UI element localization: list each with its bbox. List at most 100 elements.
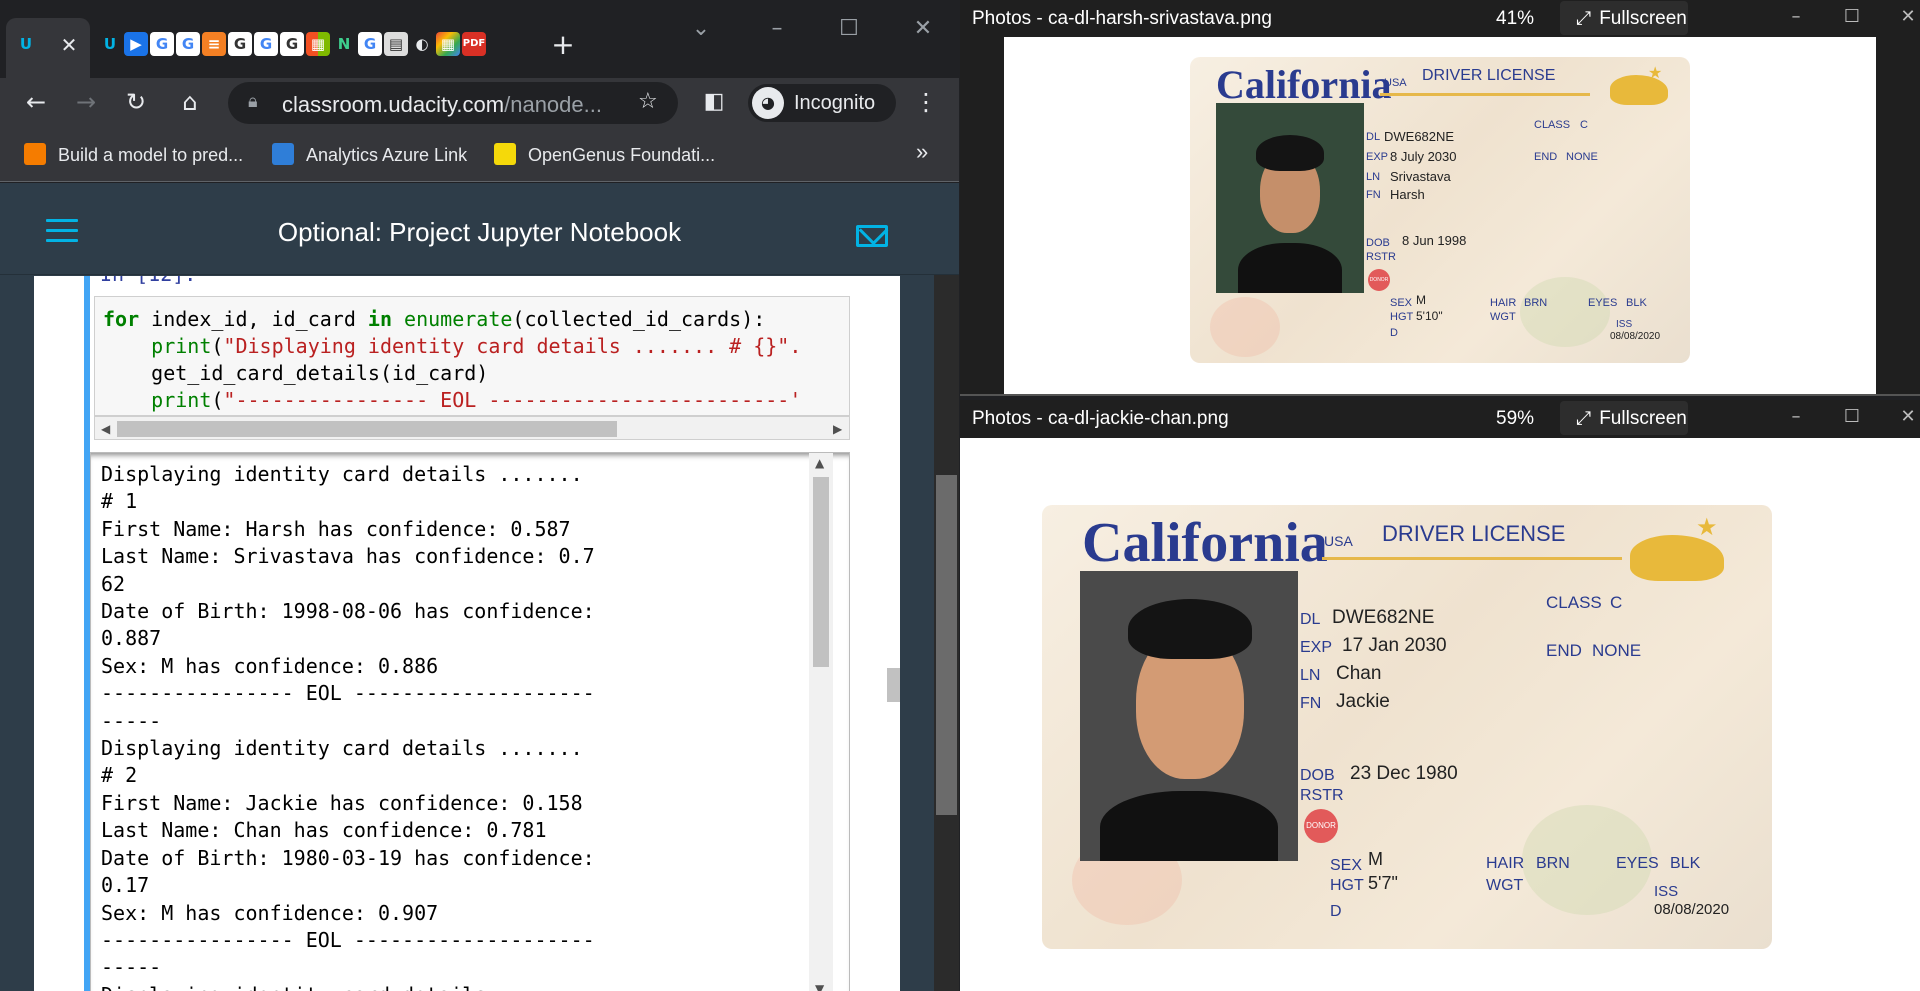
zoom-level[interactable]: 59% [1496, 408, 1534, 430]
url-host: classroom.udacity.com [282, 92, 505, 117]
frame-scrollbar-thumb[interactable] [887, 668, 900, 702]
close-window-icon[interactable]: ✕ [1888, 402, 1920, 432]
udacity-page: Optional: Project Jupyter Notebook In [1… [0, 183, 959, 991]
udacity-tab-icon[interactable]: U [98, 32, 122, 56]
last-name: Srivastava [1390, 169, 1451, 184]
output-text: Displaying identity card details .......… [101, 462, 595, 991]
cell-prompt: In [12]: [100, 276, 196, 286]
bookmark-item[interactable]: Analytics Azure Link [272, 143, 467, 166]
close-window-icon[interactable]: ✕ [1888, 2, 1920, 32]
zoom-level[interactable]: 41% [1496, 8, 1534, 30]
page-tab-icon[interactable]: ▤ [384, 32, 408, 56]
first-name: Jackie [1336, 691, 1390, 712]
github-tab-icon[interactable]: ◐ [410, 32, 434, 56]
field-label: LN [1300, 667, 1321, 684]
fullscreen-button[interactable]: ⤢ Fullscreen [1560, 1, 1688, 35]
udacity-tab-icon[interactable]: U [14, 32, 38, 56]
close-window-icon[interactable]: ✕ [908, 14, 938, 44]
field-label: FN [1366, 189, 1381, 201]
minimize-icon[interactable]: – [1776, 402, 1816, 432]
license-number: DWE682NE [1384, 129, 1455, 144]
mail-icon[interactable] [856, 225, 888, 247]
menu-icon[interactable]: ⋮ [908, 84, 944, 120]
bookmarks-overflow-icon[interactable]: » [916, 139, 928, 165]
scrollbar-thumb[interactable] [936, 475, 957, 815]
code-builtin: print [103, 334, 212, 358]
portrait-hair [1128, 599, 1252, 659]
code-text: ( [211, 388, 224, 412]
close-tab-icon[interactable]: ✕ [54, 30, 84, 60]
chevron-down-icon[interactable]: ⌄ [686, 14, 716, 44]
page-scrollbar[interactable] [934, 275, 959, 991]
incognito-profile[interactable]: ◕ Incognito [748, 84, 896, 122]
maximize-icon[interactable]: ☐ [834, 14, 864, 44]
cell-output[interactable]: Displaying identity card details .......… [90, 452, 850, 991]
play-tab-icon[interactable]: ▶ [124, 32, 148, 56]
medium-tab-icon[interactable]: N [332, 32, 356, 56]
fullscreen-button[interactable]: ⤢ Fullscreen [1560, 401, 1688, 435]
colorful-tab-icon[interactable]: ▦ [436, 32, 460, 56]
sex: M [1368, 849, 1383, 869]
bookmark-item[interactable]: OpenGenus Foundati... [494, 143, 715, 166]
fullscreen-label: Fullscreen [1599, 408, 1687, 429]
field-label: HGT [1390, 311, 1414, 323]
scroll-down-icon[interactable]: ▼ [815, 981, 824, 991]
maximize-icon[interactable]: ☐ [1832, 402, 1872, 432]
github-tab-icon[interactable]: G [228, 32, 252, 56]
stackoverflow-tab-icon[interactable]: ≡ [202, 32, 226, 56]
code-cell[interactable]: for index_id, id_card in enumerate(colle… [94, 296, 850, 416]
google-tab-icon[interactable]: G [176, 32, 200, 56]
card-stripe [1322, 557, 1622, 560]
scroll-up-icon[interactable]: ▲ [815, 455, 824, 471]
bookmark-label: Build a model to pred... [58, 145, 244, 165]
endorsements: NONE [1566, 151, 1598, 163]
star-icon[interactable]: ☆ [638, 89, 658, 114]
photos-window-jackie: Photos - ca-dl-jackie-chan.png 59% ⤢ Full… [960, 400, 1920, 991]
reload-icon[interactable]: ↻ [118, 84, 154, 120]
field-label: EYES [1588, 297, 1618, 309]
notebook-frame: In [12]: for index_id, id_card in enumer… [34, 276, 900, 991]
forward-icon[interactable]: → [68, 84, 104, 120]
side-panel-icon[interactable]: ◧ [696, 84, 732, 120]
back-icon[interactable]: ← [18, 84, 54, 120]
github-tab-icon[interactable]: G [280, 32, 304, 56]
license-class: C [1610, 593, 1623, 612]
image-canvas: California USA DRIVER LICENSE ★ DL DWE68… [1004, 37, 1876, 394]
microsoft-tab-icon[interactable]: ▦ [306, 32, 330, 56]
field-label: HAIR [1490, 297, 1517, 309]
minimize-icon[interactable]: – [1776, 2, 1816, 32]
license-number: DWE682NE [1332, 607, 1435, 628]
field-label: END [1546, 641, 1582, 660]
maximize-icon[interactable]: ☐ [1832, 2, 1872, 32]
card-decoration [1210, 297, 1280, 357]
minimize-icon[interactable]: – [762, 14, 792, 44]
google-tab-icon[interactable]: G [254, 32, 278, 56]
field-label: D [1330, 903, 1342, 920]
pdf-tab-icon[interactable]: PDF [462, 32, 486, 56]
output-vertical-scrollbar[interactable]: ▲ ▼ [809, 453, 833, 991]
bookmark-item[interactable]: Build a model to pred... [24, 143, 243, 166]
google-tab-icon[interactable]: G [358, 32, 382, 56]
scrollbar-thumb[interactable] [813, 477, 829, 667]
card-photo [1080, 571, 1298, 861]
code-horizontal-scrollbar[interactable]: ◀ ▶ [94, 416, 850, 440]
code-line: print("Displaying identity card details … [103, 334, 801, 358]
new-tab-icon[interactable]: + [548, 30, 578, 60]
hair-color: BRN [1524, 297, 1548, 309]
field-label: HGT [1330, 877, 1364, 894]
address-bar[interactable]: 🔒︎ classroom.udacity.com/nanode... ☆ [228, 82, 678, 124]
scroll-right-icon[interactable]: ▶ [833, 421, 842, 437]
card-decoration [1520, 277, 1610, 347]
google-tab-icon[interactable]: G [150, 32, 174, 56]
scrollbar-thumb[interactable] [117, 421, 617, 437]
url-path: /nanode... [504, 92, 602, 117]
scroll-left-icon[interactable]: ◀ [101, 421, 110, 437]
code-text: index_id, id_card [139, 307, 368, 331]
field-label: ISS [1616, 319, 1633, 330]
bookmarks-bar: Build a model to pred... Analytics Azure… [0, 128, 959, 182]
code-line: get_id_card_details(id_card) [103, 361, 489, 385]
home-icon[interactable]: ⌂ [172, 84, 208, 120]
field-label: HAIR [1486, 855, 1525, 872]
bookmark-icon [24, 143, 46, 165]
card-photo [1216, 103, 1364, 293]
